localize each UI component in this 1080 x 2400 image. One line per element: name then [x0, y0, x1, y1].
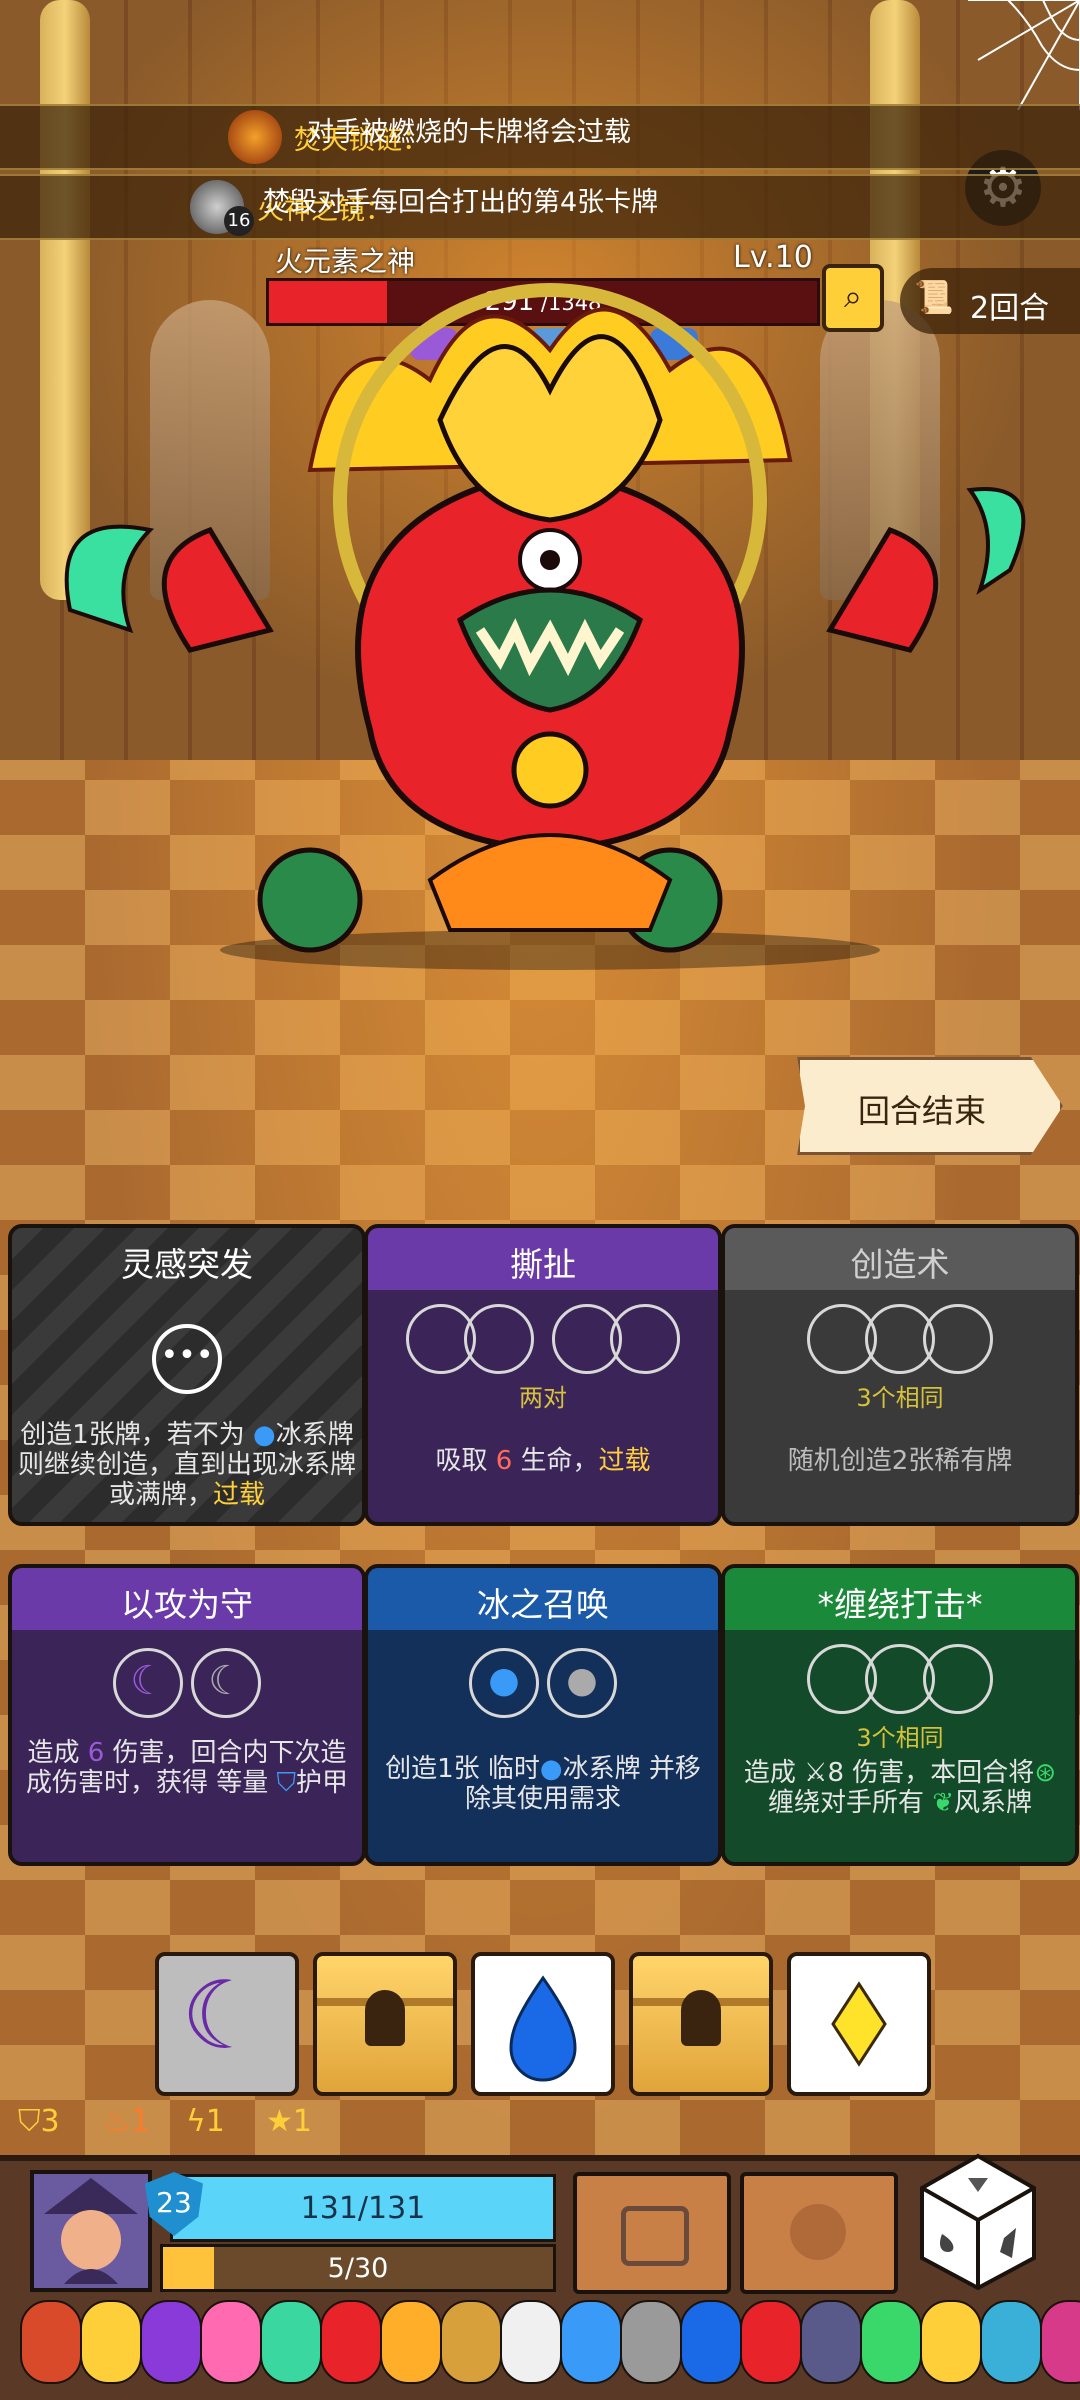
dice-slots[interactable] [368, 1304, 718, 1374]
dice-slots[interactable] [725, 1644, 1075, 1714]
dice-slots[interactable] [725, 1304, 1075, 1374]
card-requirement: 两对 [519, 1384, 567, 1412]
relic-icon[interactable] [860, 2300, 922, 2384]
card-entangle-strike[interactable]: *缠绕打击* 3个相同 造成 ⚔8 伤害，本回合将⊛缠绕对手所有 ❦风系牌 [721, 1564, 1079, 1866]
resource-shield: ⛉3 [18, 2104, 60, 2139]
diamond-icon [831, 1981, 887, 2067]
locked-ability-slot-2[interactable] [740, 2172, 898, 2294]
water-drop-icon [509, 1975, 577, 2082]
moon-icon: ☾ [181, 1962, 266, 2071]
end-turn-button[interactable]: 回合结束 [797, 1057, 1063, 1155]
relic-bar[interactable] [20, 2300, 1080, 2384]
card-title: 以攻为守 [121, 1585, 253, 1624]
card-title: 冰之召唤 [477, 1585, 609, 1624]
fire-chain-icon [228, 110, 282, 164]
lock-icon [365, 1990, 405, 2046]
player-hp-bar: 131/131 [170, 2174, 556, 2242]
buff-banner-1: 焚天锁链： 对手被燃烧的卡牌将会过载 [0, 104, 1080, 170]
relic-icon[interactable] [20, 2300, 82, 2384]
end-turn-label: 回合结束 [858, 1092, 987, 1130]
card-offense-defense[interactable]: 以攻为守 ☾ ☾ 造成 6 伤害，回合内下次造成伤害时，获得 等量 ⛉护甲 [8, 1564, 366, 1866]
relic-icon[interactable] [500, 2300, 562, 2384]
relic-icon[interactable] [260, 2300, 322, 2384]
player-xp-bar: 5/30 [160, 2244, 556, 2292]
water-drop-icon: ● [539, 1754, 563, 1784]
relic-icon[interactable] [620, 2300, 682, 2384]
water-drop-icon: ● [253, 1420, 276, 1450]
relic-icon[interactable] [800, 2300, 862, 2384]
lightning-icon: ϟ [186, 2104, 206, 2139]
game-scene: ⚙ 焚天锁链：对手被燃烧的卡牌将会过载 16 火神之镜：焚毁对手每回合打出的第4… [0, 0, 1080, 2400]
card-desc: 创造1张 临时●冰系牌 并移除其使用需求 [385, 1754, 701, 1814]
entangle-icon: ⊛ [1034, 1758, 1057, 1788]
relic-icon[interactable] [440, 2300, 502, 2384]
card-desc: 吸取 6 生命，过载 [435, 1446, 651, 1476]
card-title: 创造术 [850, 1245, 950, 1284]
fire-elemental-boss[interactable] [10, 230, 1070, 970]
relic-icon[interactable] [560, 2300, 622, 2384]
resource-lightning: ϟ1 [186, 2104, 225, 2139]
card-inspiration[interactable]: 灵感突发 ••• 创造1张牌，若不为 ●冰系牌则继续创造，直到出现冰系牌或满牌，… [8, 1224, 366, 1526]
card-desc: 造成 6 伤害，回合内下次造成伤害时，获得 等量 ⛉护甲 [25, 1738, 349, 1798]
card-desc: 创造1张牌，若不为 ●冰系牌则继续创造，直到出现冰系牌或满牌，过载 [18, 1420, 357, 1510]
card-requirement: 3个相同 [856, 1384, 944, 1412]
lock-icon [621, 2206, 689, 2266]
die-moon[interactable]: ☾ [155, 1952, 299, 2096]
buff-text-2: 火神之镜： 焚毁对手每回合打出的第4张卡牌 [257, 187, 659, 227]
relic-icon[interactable] [380, 2300, 442, 2384]
player-hp-text: 131/131 [300, 2191, 426, 2226]
resource-fire: ♨1 [104, 2104, 150, 2139]
card-tear[interactable]: 撕扯 两对 吸取 6 生命，过载 [364, 1224, 722, 1526]
player-xp-text: 5/30 [327, 2253, 389, 2284]
resource-star: ★1 [266, 2104, 312, 2139]
card-title: 灵感突发 [121, 1245, 253, 1284]
shield-icon: ⛉ [276, 1768, 297, 1798]
leaf-icon: ❦ [932, 1788, 955, 1818]
dice-slots[interactable]: ☾ ☾ [12, 1648, 362, 1718]
fire-icon: ♨ [104, 2104, 131, 2139]
die-water[interactable] [471, 1952, 615, 2096]
player-avatar[interactable] [30, 2170, 152, 2292]
lock-icon [681, 1990, 721, 2046]
relic-icon[interactable] [920, 2300, 982, 2384]
relic-icon[interactable] [740, 2300, 802, 2384]
buff-text-1: 焚天锁链： 对手被燃烧的卡牌将会过载 [294, 117, 631, 157]
sword-icon: ⚔ [804, 1758, 828, 1788]
card-title: *缠绕打击* [817, 1585, 983, 1624]
relic-icon[interactable] [80, 2300, 142, 2384]
card-requirement: 3个相同 [856, 1724, 944, 1752]
card-ice-summon[interactable]: 冰之召唤 ● ● 创造1张 临时●冰系牌 并移除其使用需求 [364, 1564, 722, 1866]
card-desc: 造成 ⚔8 伤害，本回合将⊛缠绕对手所有 ❦风系牌 [743, 1758, 1057, 1818]
shield-icon: ⛉ [18, 2104, 41, 2139]
cobweb-icon [968, 0, 1080, 110]
relic-icon[interactable] [980, 2300, 1042, 2384]
relic-icon[interactable] [680, 2300, 742, 2384]
rune-icon [790, 2204, 846, 2260]
locked-ability-slot-1[interactable] [573, 2172, 731, 2294]
reroll-dice-button[interactable] [912, 2148, 1042, 2292]
card-creation[interactable]: 创造术 3个相同 随机创造2张稀有牌 [721, 1224, 1079, 1526]
locked-die-slot-2[interactable] [629, 1952, 773, 2096]
card-desc: 随机创造2张稀有牌 [787, 1446, 1013, 1476]
relic-icon[interactable] [140, 2300, 202, 2384]
more-dots-icon: ••• [152, 1324, 222, 1394]
relic-icon[interactable] [320, 2300, 382, 2384]
relic-icon[interactable] [1040, 2300, 1080, 2384]
relic-icon[interactable] [200, 2300, 262, 2384]
die-lightning[interactable] [787, 1952, 931, 2096]
star-icon: ★ [266, 2104, 293, 2139]
card-title: 撕扯 [510, 1245, 576, 1284]
dice-slots[interactable]: ● ● [368, 1648, 718, 1718]
locked-die-slot-1[interactable] [313, 1952, 457, 2096]
